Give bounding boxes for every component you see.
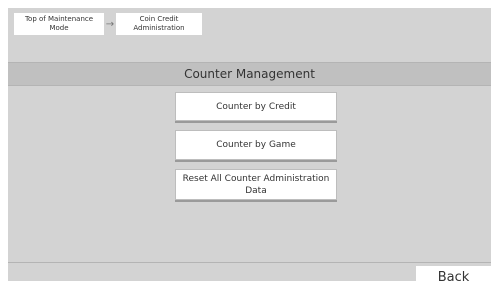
- button-label: Counter by Game: [216, 140, 296, 150]
- breadcrumb: Top of Maintenance Mode → Coin Credit Ad…: [14, 13, 202, 35]
- counter-by-credit-button[interactable]: Counter by Credit: [175, 92, 337, 121]
- breadcrumb-item-label: Top of Maintenance Mode: [24, 15, 94, 32]
- button-label: Counter by Credit: [216, 101, 296, 112]
- footer-divider: [8, 262, 491, 263]
- page-title: Counter Management: [8, 62, 491, 86]
- back-button[interactable]: Back: [416, 266, 491, 285]
- arrow-right-icon: →: [105, 18, 115, 30]
- counter-by-game-button[interactable]: Counter by Game: [175, 130, 337, 160]
- breadcrumb-top-of-maintenance-mode[interactable]: Top of Maintenance Mode: [14, 13, 104, 35]
- button-label: Reset All Counter Administration Data: [182, 173, 330, 196]
- breadcrumb-item-label: Coin Credit Administration: [133, 15, 185, 32]
- maintenance-screen: Top of Maintenance Mode → Coin Credit Ad…: [8, 8, 491, 285]
- breadcrumb-coin-credit-administration[interactable]: Coin Credit Administration: [116, 13, 202, 35]
- reset-all-counter-data-button[interactable]: Reset All Counter Administration Data: [175, 169, 337, 200]
